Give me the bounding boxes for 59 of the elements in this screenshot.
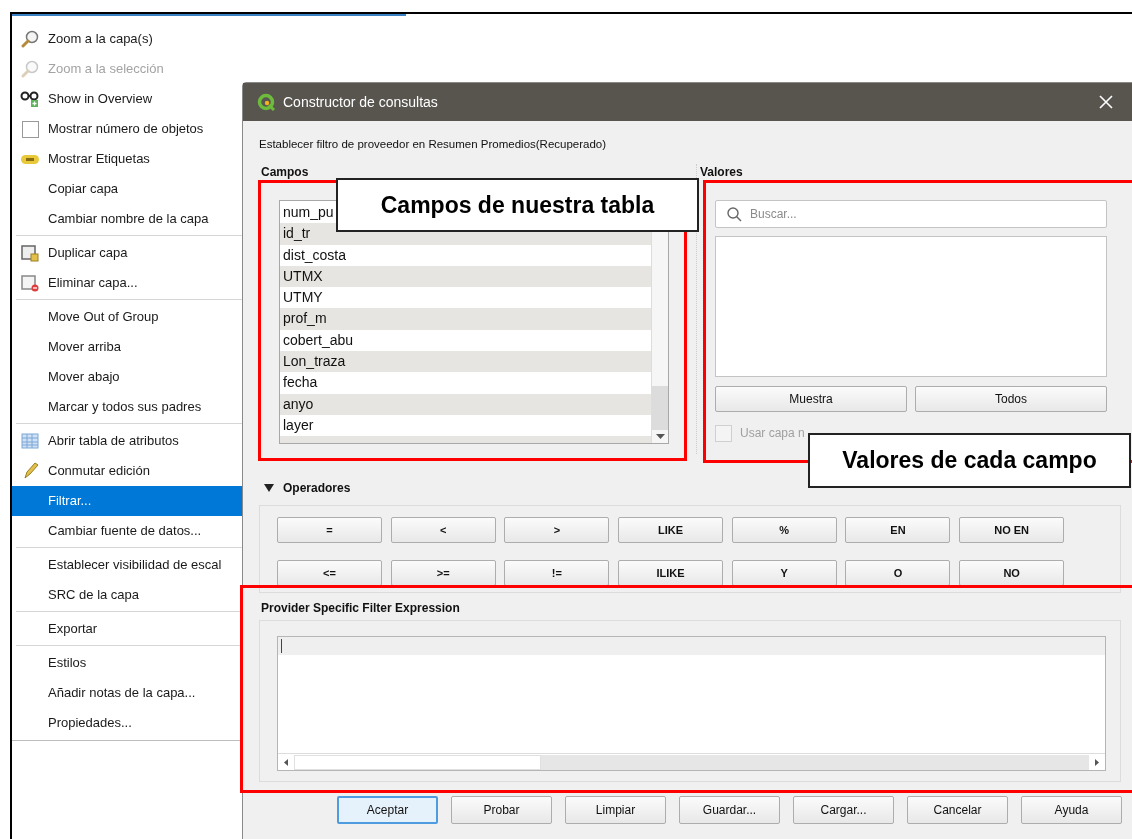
menu-item[interactable]: Zoom a la capa(s) [12, 24, 406, 54]
scrollbar-thumb[interactable] [652, 386, 668, 430]
operator-button[interactable]: NO [959, 560, 1065, 586]
operator-button[interactable]: > [504, 517, 610, 543]
caret-down-icon[interactable] [263, 483, 275, 493]
glasses-icon [20, 90, 40, 108]
scrollbar[interactable] [278, 753, 1105, 770]
label-icon [20, 152, 40, 166]
checkbox-label: Usar capa n [740, 425, 805, 442]
field-item[interactable]: UTMX [280, 265, 651, 288]
close-icon [1099, 95, 1113, 109]
dialog-button[interactable]: Cargar... [793, 796, 894, 824]
caret-right-icon [1095, 758, 1099, 766]
magnifier-icon [21, 60, 39, 78]
operator-button[interactable]: LIKE [618, 517, 724, 543]
layer-remove-icon [21, 274, 39, 292]
operator-button[interactable]: = [277, 517, 382, 543]
operator-button[interactable]: EN [845, 517, 951, 543]
operator-button[interactable]: % [731, 517, 837, 543]
layer-copy-icon [21, 244, 39, 262]
search-field[interactable]: Buscar... [715, 200, 1107, 228]
operator-button[interactable]: >= [390, 560, 496, 586]
field-item[interactable]: anyo [280, 393, 651, 415]
checkbox[interactable] [21, 120, 39, 138]
section-label: Provider Specific Filter Expression [260, 600, 461, 616]
operator-button[interactable]: ILIKE [618, 560, 724, 586]
scrollbar[interactable] [651, 233, 668, 443]
dialog-button[interactable]: Ayuda [1021, 796, 1122, 824]
expression-field[interactable] [277, 636, 1106, 771]
subtitle-text: Establecer filtro de proveedor en Resumen Promedios(Recuperado) [259, 137, 608, 152]
search-input[interactable]: Buscar... [750, 205, 1106, 223]
search-icon [726, 206, 742, 222]
magnifier-icon [21, 30, 39, 48]
window-title: Constructor de consultas [283, 92, 439, 112]
operator-button[interactable]: != [504, 560, 610, 586]
caret-down-icon [655, 434, 665, 439]
dialog-button[interactable]: Limpiar [565, 796, 666, 824]
field-item[interactable]: Lon_traza [280, 351, 651, 373]
field-item[interactable]: prof_m [280, 308, 651, 330]
logo-icon [257, 93, 275, 111]
dialog-button[interactable]: Probar [451, 796, 552, 824]
caret-left-icon [284, 758, 288, 766]
table-icon [21, 432, 39, 450]
section-label: Campos [260, 164, 310, 180]
operator-button[interactable]: <= [277, 560, 382, 586]
section-label: Valores [700, 164, 744, 180]
dialog-button[interactable]: Aceptar [337, 796, 438, 824]
operator-button[interactable]: O [845, 560, 951, 586]
value-button[interactable]: Todos [915, 386, 1107, 412]
pencil-icon [21, 462, 39, 480]
operator-button[interactable]: NO EN [959, 517, 1065, 543]
operator-button[interactable]: < [390, 517, 496, 543]
value-button[interactable]: Muestra [715, 386, 907, 412]
operator-button[interactable]: Y [731, 560, 837, 586]
dialog-button[interactable]: Cancelar [907, 796, 1008, 824]
callout: Campos de nuestra tabla [336, 178, 699, 232]
dialog-button[interactable]: Guardar... [679, 796, 780, 824]
close-button[interactable] [1097, 93, 1115, 111]
callout: Valores de cada campo [808, 433, 1131, 488]
